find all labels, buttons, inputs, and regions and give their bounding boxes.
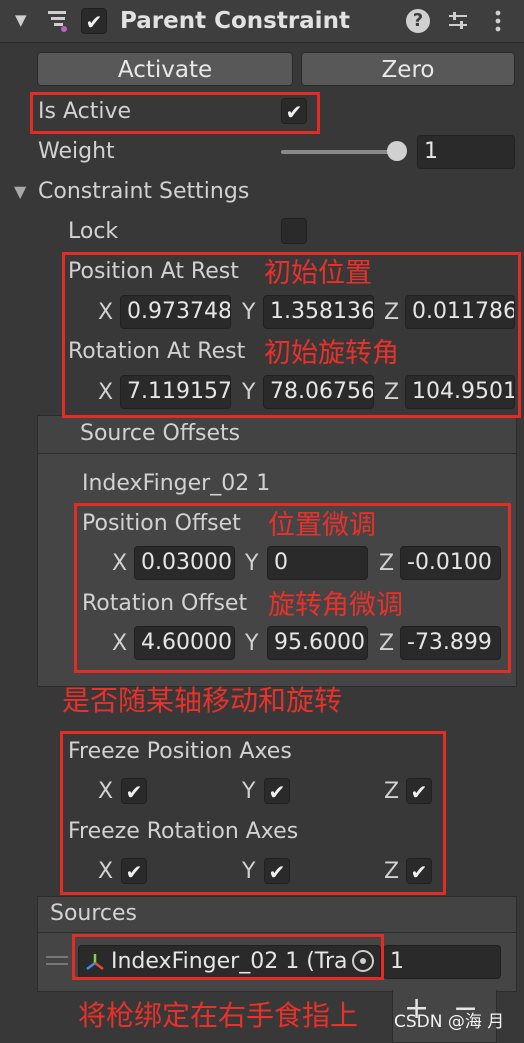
foldout-arrow-icon[interactable]: ▼ — [15, 13, 27, 28]
annotation-rot-offset: 旋转角微调 — [268, 590, 403, 621]
source-offsets-label: Source Offsets — [80, 421, 241, 446]
constraint-component-icon — [48, 11, 67, 32]
weight-field[interactable]: 1 — [417, 135, 515, 169]
constraint-settings-label[interactable]: Constraint Settings — [38, 181, 249, 203]
annotation-box-freeze — [60, 731, 446, 895]
annotation-sources: 将枪绑定在右手食指上 — [78, 999, 359, 1032]
annotation-box-sources — [72, 934, 384, 980]
source-weight-field[interactable]: 1 — [383, 945, 501, 979]
weight-label: Weight — [38, 139, 115, 164]
weight-slider-thumb[interactable] — [387, 141, 407, 161]
watermark: CSDN @海 月 — [394, 1012, 505, 1032]
kebab-menu-icon[interactable] — [488, 8, 508, 34]
annotation-rot-rest: 初始旋转角 — [264, 338, 399, 369]
component-title: Parent Constraint — [120, 8, 350, 34]
drag-handle-icon[interactable] — [46, 954, 68, 968]
sources-label: Sources — [50, 901, 138, 926]
help-icon[interactable]: ? — [406, 9, 430, 33]
preset-icon[interactable] — [446, 9, 470, 33]
lock-checkbox[interactable] — [281, 218, 307, 244]
zero-button[interactable]: Zero — [301, 52, 515, 86]
activate-button[interactable]: Activate — [37, 52, 293, 86]
lock-label: Lock — [68, 219, 119, 244]
source-offset-name: IndexFinger_02 1 — [82, 471, 271, 496]
annotation-follow: 是否随某轴移动和旋转 — [62, 684, 343, 717]
annotation-pos-offset: 位置微调 — [268, 510, 376, 541]
annotation-pos-rest: 初始位置 — [264, 258, 372, 289]
annotation-box-is-active — [30, 92, 320, 134]
weight-slider-track[interactable] — [281, 150, 397, 154]
component-enabled-toggle[interactable]: ✔ — [81, 8, 107, 34]
constraint-settings-foldout-icon[interactable]: ▼ — [14, 184, 26, 200]
